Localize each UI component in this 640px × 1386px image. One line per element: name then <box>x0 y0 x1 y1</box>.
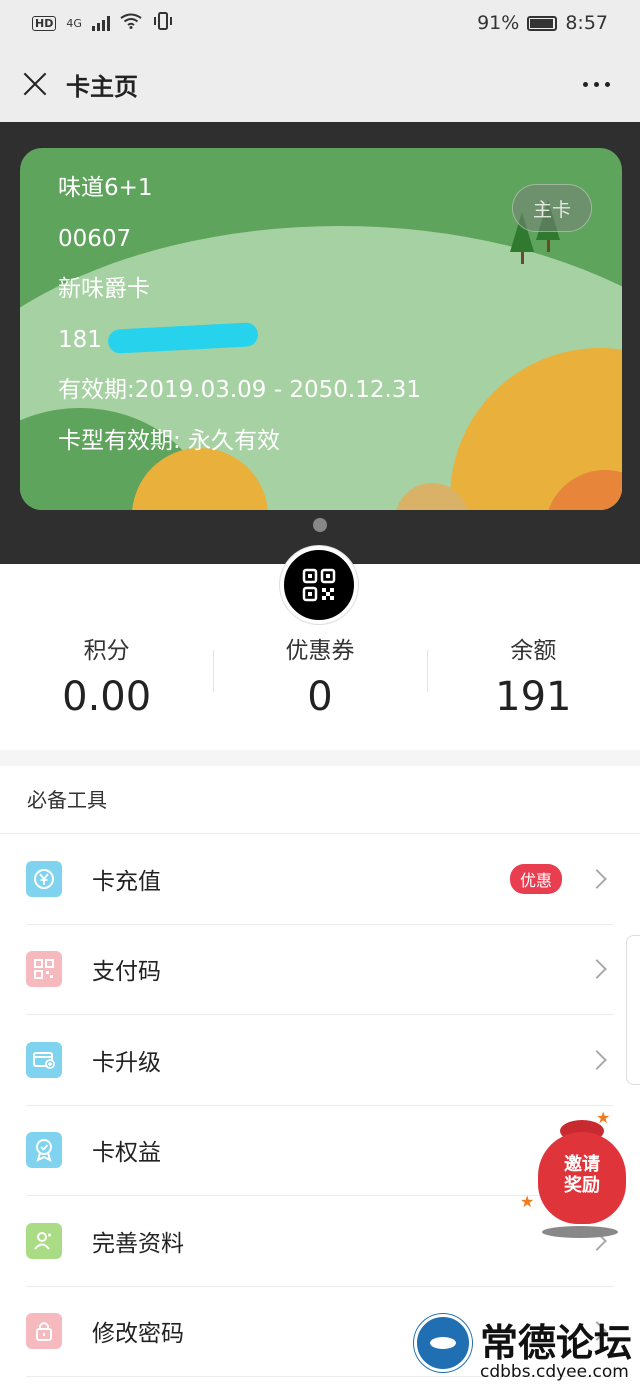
redaction-mark <box>107 321 259 354</box>
tool-label: 完善资料 <box>92 1230 184 1257</box>
chevron-right-icon <box>587 868 607 889</box>
status-bar: HD 4G 91% 8:57 <box>0 0 640 46</box>
stat-value: 0 <box>307 674 333 720</box>
status-right: 91% 8:57 <box>477 12 608 34</box>
card-validity: 有效期:2019.03.09 - 2050.12.31 <box>58 377 422 403</box>
vibrate-icon <box>152 11 174 35</box>
stat-label: 积分 <box>83 638 130 664</box>
card-phone: 181 <box>58 321 421 375</box>
stat-label: 余额 <box>510 638 557 664</box>
wifi-icon <box>120 12 142 34</box>
stat-points[interactable]: 积分 0.00 <box>0 636 213 722</box>
status-left: HD 4G <box>32 11 174 35</box>
battery-percent: 91% <box>477 12 520 34</box>
reward-text-line1: 邀请 <box>564 1154 600 1175</box>
card-area: 主卡 味道6+1 00607 新味爵卡 181 有效期:2019.03.09 -… <box>0 122 640 564</box>
reward-bag-icon: 邀请 奖励 <box>538 1132 626 1224</box>
clock: 8:57 <box>565 12 608 34</box>
paycode-icon <box>26 951 62 988</box>
card-benefit-icon <box>26 1132 62 1169</box>
tool-label: 卡权益 <box>92 1140 161 1167</box>
star-icon: ★ <box>520 1192 535 1211</box>
tool-label: 卡充值 <box>92 868 161 895</box>
nav-bar: 卡主页 <box>0 46 640 122</box>
card-phone-text: 181 <box>58 326 102 353</box>
stats-row: 积分 0.00 优惠券 0 余额 191 <box>0 636 640 722</box>
carousel-dot[interactable] <box>313 518 327 532</box>
network-label: 4G <box>66 16 82 30</box>
tools-title: 必备工具 <box>0 766 640 834</box>
signal-icon <box>91 15 110 31</box>
membership-card[interactable]: 主卡 味道6+1 00607 新味爵卡 181 有效期:2019.03.09 -… <box>20 148 622 510</box>
profile-icon <box>26 1222 62 1259</box>
forum-logo-icon <box>414 1314 472 1372</box>
more-icon[interactable] <box>573 72 620 97</box>
card-type-validity: 卡型有效期: 永久有效 <box>58 427 281 454</box>
watermark-title: 常德论坛 <box>480 1320 633 1365</box>
stats-panel: 积分 0.00 优惠券 0 余额 191 <box>0 546 640 750</box>
watermark-url: cdbbs.cdyee.com <box>480 1362 629 1382</box>
card-info: 味道6+1 00607 新味爵卡 181 有效期:2019.03.09 - 20… <box>58 172 421 475</box>
tool-label: 支付码 <box>92 959 161 986</box>
stat-balance[interactable]: 余额 191 <box>426 636 640 722</box>
side-pull-tab[interactable] <box>626 935 640 1085</box>
hd-icon: HD <box>32 15 57 31</box>
tool-label: 卡升级 <box>92 1049 161 1076</box>
stat-label: 优惠券 <box>285 638 355 664</box>
close-icon[interactable] <box>20 69 50 99</box>
stat-coupons[interactable]: 优惠券 0 <box>213 636 426 722</box>
reward-text-line2: 奖励 <box>564 1175 600 1196</box>
tool-item-recharge[interactable]: 卡充值 优惠 <box>26 834 614 925</box>
card-upgrade-icon <box>26 1041 62 1078</box>
invite-reward-button[interactable]: ★ ★ 邀请 奖励 <box>520 1108 630 1242</box>
main-card-badge[interactable]: 主卡 <box>512 184 592 232</box>
battery-icon <box>527 15 558 31</box>
recharge-icon <box>26 860 62 897</box>
card-number: 00607 <box>58 225 132 252</box>
card-name: 新味爵卡 <box>58 276 150 302</box>
tools-section: 必备工具 卡充值 优惠 支付码 卡升级 卡权益 完善资料 修改密码 <box>0 766 640 1386</box>
promo-badge: 优惠 <box>509 863 562 894</box>
stat-value: 0.00 <box>62 674 152 720</box>
chevron-right-icon <box>587 1049 607 1070</box>
tool-item-upgrade[interactable]: 卡升级 <box>26 1015 614 1106</box>
page-title: 卡主页 <box>66 72 138 101</box>
tool-item-paycode[interactable]: 支付码 <box>26 925 614 1015</box>
reward-shadow <box>542 1226 618 1238</box>
watermark: 常德论坛 cdbbs.cdyee.com <box>414 1310 640 1386</box>
stat-value: 191 <box>495 674 572 720</box>
chevron-right-icon <box>587 959 607 980</box>
lock-icon <box>26 1313 62 1350</box>
qr-code-icon <box>302 568 336 602</box>
qr-code-button[interactable] <box>280 546 358 624</box>
card-merchant: 味道6+1 <box>58 175 153 201</box>
